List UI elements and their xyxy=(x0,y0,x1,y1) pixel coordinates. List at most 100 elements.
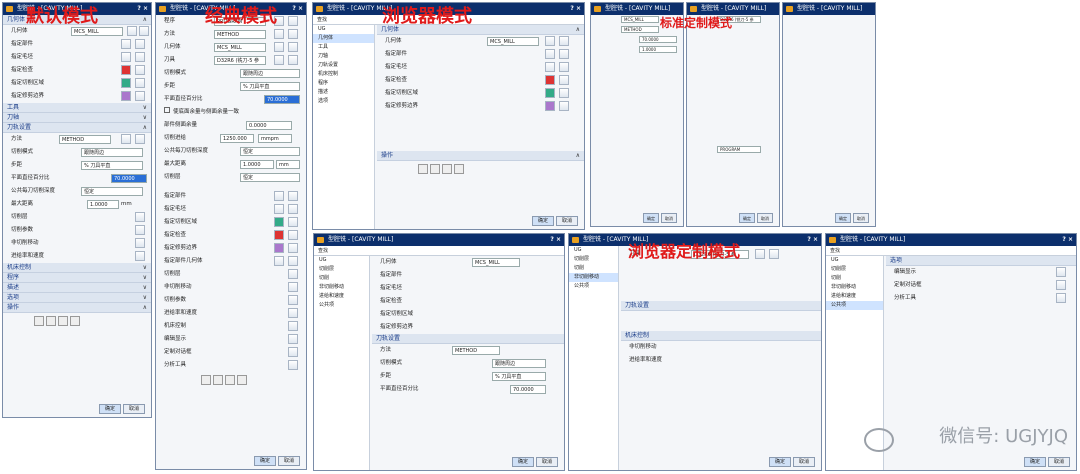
flashlight-icon[interactable] xyxy=(135,65,145,75)
list-icon[interactable] xyxy=(237,375,247,385)
analysis-icon[interactable] xyxy=(1056,293,1066,303)
flat-field[interactable]: 70.0000 xyxy=(510,385,546,394)
list-item[interactable]: 指定毛坯 xyxy=(156,203,306,216)
list-item[interactable]: 分析工具 xyxy=(886,292,1076,305)
trim-boundary-icon[interactable] xyxy=(121,91,131,101)
ok-button[interactable]: 确定 xyxy=(643,213,659,223)
flashlight-icon[interactable] xyxy=(135,91,145,101)
list-item[interactable]: 定制对话框 xyxy=(886,279,1076,292)
method-select[interactable]: METHOD xyxy=(621,26,659,33)
flashlight-icon[interactable] xyxy=(288,191,298,201)
flat-pct-field[interactable]: 70.0000 xyxy=(111,174,147,183)
flat-field[interactable]: 70.0000 xyxy=(639,36,677,43)
trim-boundary-icon[interactable] xyxy=(274,243,284,253)
wrench-icon[interactable] xyxy=(769,249,779,259)
tree-item[interactable]: UG xyxy=(569,246,618,255)
flashlight-icon[interactable] xyxy=(559,101,569,111)
program-section-header[interactable]: 程序 ∨ xyxy=(3,273,151,283)
tree-item[interactable]: 进给和速度 xyxy=(314,292,369,301)
tree-item[interactable]: 描述 xyxy=(313,88,374,97)
non-cut-icon[interactable] xyxy=(135,238,145,248)
cancel-button[interactable]: 取消 xyxy=(556,216,578,226)
wrench-icon[interactable] xyxy=(288,55,298,65)
check-geometry-icon[interactable] xyxy=(545,75,555,85)
cancel-button[interactable]: 取消 xyxy=(123,404,145,414)
edit-icon[interactable] xyxy=(274,29,284,39)
list-item[interactable]: 非切削移动 xyxy=(621,341,821,354)
tree-item[interactable]: 切削 xyxy=(569,264,618,273)
part-icon[interactable] xyxy=(274,191,284,201)
stepover-select[interactable]: % 刀具平直 xyxy=(492,372,546,381)
tree-item[interactable]: 切削层 xyxy=(826,265,883,274)
depth-select[interactable]: 恒定 xyxy=(81,187,143,196)
list-item[interactable]: 指定修剪边界 xyxy=(372,321,564,334)
flashlight-icon[interactable] xyxy=(559,49,569,59)
edit-icon[interactable] xyxy=(274,55,284,65)
flashlight-icon[interactable] xyxy=(288,230,298,240)
stepover-select[interactable]: % 刀具平直 xyxy=(81,161,143,170)
check-row[interactable]: 使底面余量与侧面余量一致 xyxy=(156,106,306,119)
flashlight-icon[interactable] xyxy=(135,78,145,88)
list-item[interactable]: 指定部件 xyxy=(372,269,564,282)
tree-item[interactable]: 刀轨设置 xyxy=(313,61,374,70)
sub-item[interactable]: 进给率和速度 xyxy=(3,250,151,263)
tree-item[interactable]: 几何体 xyxy=(313,34,374,43)
program-select[interactable]: PROGRAM xyxy=(717,146,761,153)
help-close-icon[interactable]: ? × xyxy=(807,234,818,246)
layers-select[interactable]: 恒定 xyxy=(240,173,300,182)
cut-mode-select[interactable]: 跟随周边 xyxy=(81,148,143,157)
geometry-select[interactable]: MCS_MILL xyxy=(472,258,520,267)
tree-item[interactable]: UG xyxy=(314,256,369,265)
feeds-icon[interactable] xyxy=(135,251,145,261)
list-item[interactable]: 指定检查 xyxy=(372,295,564,308)
list-item[interactable]: 分析工具 xyxy=(156,359,306,372)
path-section-header[interactable]: 刀轨设置 ∧ xyxy=(3,123,151,133)
flashlight-icon[interactable] xyxy=(288,217,298,227)
maxd-field[interactable]: 1.0000 xyxy=(240,160,274,169)
generate-icon[interactable] xyxy=(201,375,211,385)
tree-item[interactable]: 公共项 xyxy=(826,301,883,310)
ok-button[interactable]: 确定 xyxy=(99,404,121,414)
replay-icon[interactable] xyxy=(430,164,440,174)
flashlight-icon[interactable] xyxy=(288,256,298,266)
tree-item[interactable]: 非切削移动 xyxy=(569,273,618,282)
analysis-icon[interactable] xyxy=(288,360,298,370)
ok-button[interactable]: 确定 xyxy=(769,457,791,467)
flat-pct-field[interactable]: 70.0000 xyxy=(264,95,300,104)
list-icon[interactable] xyxy=(70,316,80,326)
non-cut-icon[interactable] xyxy=(288,282,298,292)
machine-section-header[interactable]: 机床控制 xyxy=(621,331,821,341)
list-item[interactable]: 指定毛坯 xyxy=(372,282,564,295)
list-item[interactable]: 指定切削区域 xyxy=(156,216,306,229)
tree-item[interactable]: 工具 xyxy=(313,43,374,52)
wrench-icon[interactable] xyxy=(288,29,298,39)
tree-item[interactable]: 公共项 xyxy=(314,301,369,310)
list-item[interactable]: 指定检查 xyxy=(377,74,584,87)
replay-icon[interactable] xyxy=(46,316,56,326)
cancel-button[interactable]: 取消 xyxy=(757,213,773,223)
list-item[interactable]: 指定修剪边界 xyxy=(377,100,584,113)
help-close-icon[interactable]: ? × xyxy=(1062,234,1073,246)
cut-area-icon[interactable] xyxy=(121,78,131,88)
path-section-header[interactable]: 刀轨设置 xyxy=(621,301,821,311)
tree-item[interactable]: 切削 xyxy=(826,274,883,283)
verify-icon[interactable] xyxy=(225,375,235,385)
help-close-icon[interactable]: ? × xyxy=(570,3,581,15)
flashlight-icon[interactable] xyxy=(288,204,298,214)
max-dist-field[interactable]: 1.0000 xyxy=(87,200,119,209)
edit-icon[interactable] xyxy=(545,36,555,46)
list-item[interactable]: 切削参数 xyxy=(156,294,306,307)
geometry-select[interactable]: MCS_MILL xyxy=(621,16,659,23)
tree-item[interactable]: 刀轴 xyxy=(313,52,374,61)
layers-icon[interactable] xyxy=(135,212,145,222)
part-geometry-icon[interactable] xyxy=(274,256,284,266)
method-select[interactable]: METHOD xyxy=(452,346,500,355)
stepover-select[interactable]: % 刀具平直 xyxy=(240,82,300,91)
list-icon[interactable] xyxy=(454,164,464,174)
geometry-select[interactable]: MCS_MILL xyxy=(214,43,266,52)
blank-icon[interactable] xyxy=(274,204,284,214)
cut-area-icon[interactable] xyxy=(274,217,284,227)
cut-area-icon[interactable] xyxy=(545,88,555,98)
tree-item[interactable]: 公共项 xyxy=(569,282,618,291)
ok-button[interactable]: 确定 xyxy=(254,456,276,466)
